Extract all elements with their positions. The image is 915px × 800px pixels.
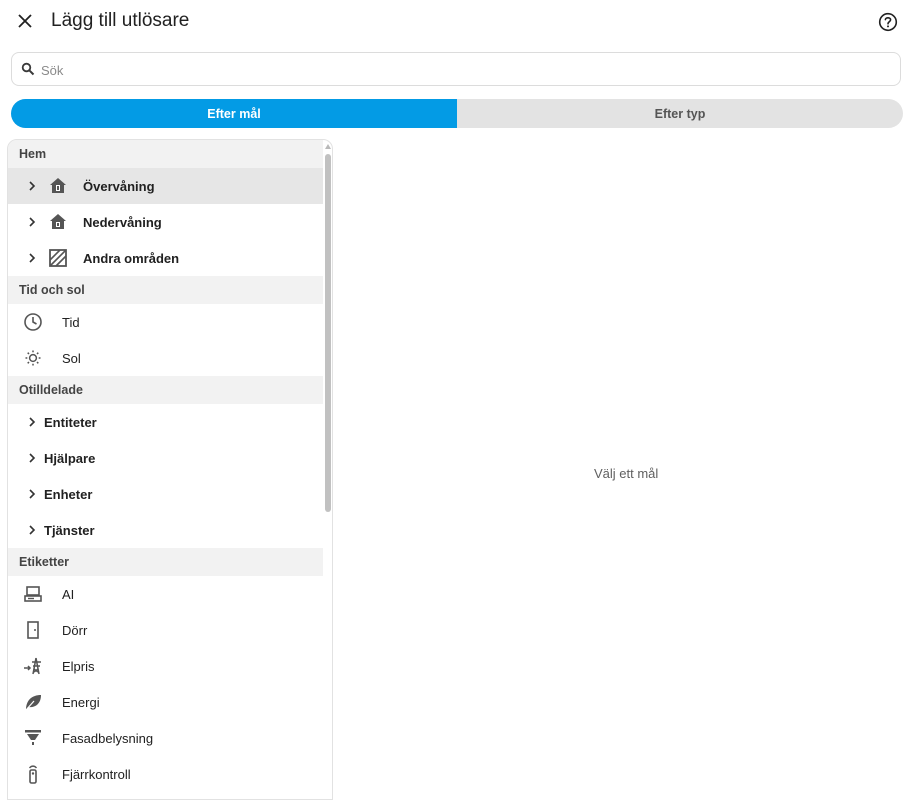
door-icon [27,621,39,639]
chevron-right-icon[interactable] [26,488,38,500]
scrollbar-thumb[interactable] [325,154,331,512]
item-row-sol[interactable]: Sol [8,340,323,376]
chevron-right-icon[interactable] [26,416,38,428]
help-button[interactable] [876,10,900,34]
chevron-right-icon[interactable] [26,524,38,536]
item-row-hjalpare[interactable]: Hjälpare [8,440,323,476]
label-row-fjarrkontroll[interactable]: Fjärrkontroll [8,756,323,792]
chevron-right-icon[interactable] [26,452,38,464]
close-button[interactable] [13,9,37,33]
item-label: Dörr [62,623,88,638]
dialog-title: Lägg till utlösare [51,10,190,31]
item-row-entiteter[interactable]: Entiteter [8,404,323,440]
chevron-right-icon[interactable] [26,252,38,264]
item-row-tid[interactable]: Tid [8,304,323,340]
item-label: Elpris [62,659,95,674]
item-row-tjanster[interactable]: Tjänster [8,512,323,548]
label-row-energi[interactable]: Energi [8,684,323,720]
area-label: Nedervåning [83,215,162,230]
item-label: Entiteter [44,415,97,430]
area-row-nedervaning[interactable]: Nedervåning [8,204,323,240]
list-scrollbar[interactable] [325,144,331,796]
scroll-up-arrow-icon[interactable] [325,144,331,149]
item-label: Sol [62,351,81,366]
transmission-tower-icon [24,657,41,675]
area-row-overvaning[interactable]: Övervåning [8,168,323,204]
home-floor-upper-icon [50,178,66,193]
clock-icon [24,313,42,331]
laptop-icon [24,586,42,602]
empty-state-text: Välj ett mål [594,466,659,481]
tab-by-type[interactable]: Efter typ [457,99,903,128]
remote-icon [28,765,38,784]
area-label: Övervåning [83,179,155,194]
area-row-andra-omraden[interactable]: Andra områden [8,240,323,276]
item-label: Tjänster [44,523,95,538]
leaf-icon [25,695,41,711]
tab-by-target[interactable]: Efter mål [11,99,457,128]
area-label: Andra områden [83,251,180,266]
hatched-square-icon [49,249,67,267]
dialog-header: Lägg till utlösare [0,0,915,44]
target-type-toggle: Efter mål Efter typ [11,99,903,128]
search-icon [21,62,35,76]
section-header-tid-och-sol: Tid och sol [8,276,323,304]
home-floor-lower-icon [50,214,66,229]
label-row-elpris[interactable]: Elpris [8,648,323,684]
search-field[interactable] [11,52,901,86]
label-row-dorr[interactable]: Dörr [8,612,323,648]
item-label: AI [62,587,75,602]
ceiling-light-icon [25,730,41,745]
section-header-otilldelade: Otilldelade [8,376,323,404]
item-label: Enheter [44,487,93,502]
search-input[interactable] [39,59,893,81]
label-row-fasadbelysning[interactable]: Fasadbelysning [8,720,323,756]
chevron-right-icon[interactable] [26,180,38,192]
close-icon [18,14,32,28]
help-icon [878,12,898,32]
label-row-ai[interactable]: AI [8,576,323,612]
item-label: Energi [62,695,100,710]
chevron-right-icon[interactable] [26,216,38,228]
item-label: Hjälpare [44,451,96,466]
section-header-hem: Hem [8,140,323,168]
sun-icon [25,350,41,366]
item-label: Fasadbelysning [62,731,154,746]
target-list-panel: Hem Övervåning Nedervåning Andra områden… [7,139,333,800]
section-header-etiketter: Etiketter [8,548,323,576]
target-list: Hem Övervåning Nedervåning Andra områden… [8,140,323,792]
item-row-enheter[interactable]: Enheter [8,476,323,512]
item-label: Fjärrkontroll [62,767,131,782]
item-label: Tid [62,315,80,330]
